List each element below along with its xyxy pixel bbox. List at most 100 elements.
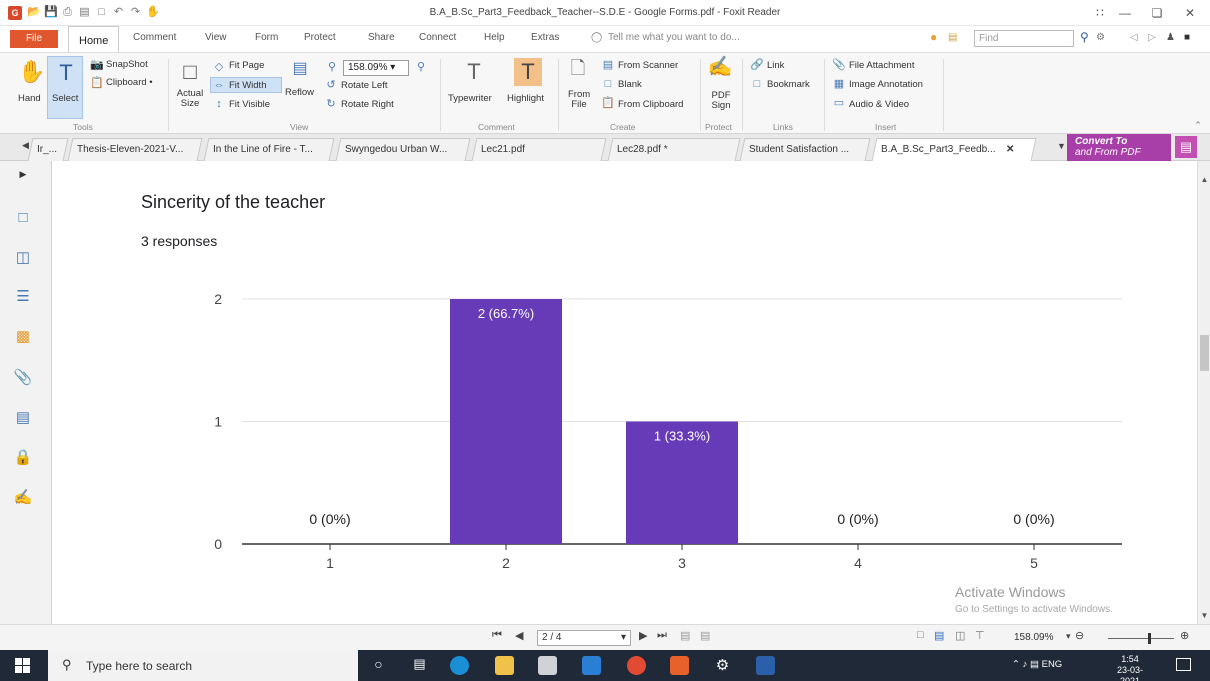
- zoom-slider[interactable]: [1108, 638, 1174, 639]
- scroll-down-icon[interactable]: ▼: [1199, 611, 1210, 620]
- ribbon-options-icon[interactable]: ∷: [1088, 4, 1112, 22]
- last-page-icon[interactable]: ⏭: [657, 629, 667, 642]
- tab-comment[interactable]: Comment: [133, 32, 176, 43]
- layers-icon[interactable]: ☰: [12, 286, 34, 308]
- restore-button[interactable]: ❏: [1145, 4, 1169, 22]
- blank-button[interactable]: Blank: [618, 79, 642, 90]
- tab-help[interactable]: Help: [484, 32, 505, 43]
- language-indicator[interactable]: ENG: [1042, 659, 1063, 670]
- rotate-right-button[interactable]: Rotate Right: [341, 99, 394, 110]
- file-menu[interactable]: File: [10, 30, 58, 48]
- tab-view[interactable]: View: [205, 32, 227, 43]
- actual-size-button[interactable]: Actual Size: [175, 89, 205, 109]
- form-fields-icon[interactable]: ▤: [12, 407, 34, 429]
- doc-tab[interactable]: Lec21.pdf: [471, 138, 607, 161]
- next-page-icon[interactable]: ▶: [639, 629, 647, 642]
- system-tray[interactable]: ⌃ ♪ ▤ ENG: [1012, 659, 1062, 670]
- skin-icon[interactable]: ●: [930, 30, 937, 44]
- clipboard-button[interactable]: Clipboard •: [106, 77, 153, 88]
- minimize-button[interactable]: —: [1113, 4, 1137, 22]
- highlight-button[interactable]: Highlight: [507, 93, 544, 104]
- doc-tab[interactable]: Lec28.pdf *: [607, 138, 741, 161]
- prev-view-icon[interactable]: ▤: [680, 629, 690, 642]
- doc-tab[interactable]: Student Satisfaction ...: [739, 138, 871, 161]
- zoom-out-circle-icon[interactable]: ⊖: [1075, 629, 1084, 642]
- tell-me-box[interactable]: Tell me what you want to do...: [608, 32, 740, 43]
- convert-pdf-icon[interactable]: ▤: [1175, 136, 1197, 158]
- word-icon[interactable]: [756, 656, 775, 675]
- snapshot-button[interactable]: SnapShot: [106, 59, 148, 70]
- close-tab-icon[interactable]: ✕: [1006, 144, 1014, 155]
- select-tool-button[interactable]: T: [47, 56, 83, 119]
- doc-tab[interactable]: Ir_...: [27, 138, 69, 161]
- fit-page-button[interactable]: Fit Page: [229, 60, 264, 71]
- next-result-icon[interactable]: ▷: [1148, 32, 1156, 43]
- bookmarks-icon[interactable]: □: [12, 207, 34, 229]
- continuous-page-icon[interactable]: ▤: [934, 629, 944, 642]
- scroll-thumb[interactable]: [1200, 335, 1209, 371]
- convert-banner[interactable]: Convert To and From PDF: [1067, 134, 1171, 161]
- file-attachment-button[interactable]: File Attachment: [849, 60, 914, 71]
- tab-form[interactable]: Form: [255, 32, 278, 43]
- from-clipboard-button[interactable]: From Clipboard: [618, 99, 683, 110]
- zoom-in-icon[interactable]: ⚲: [414, 59, 428, 75]
- find-input[interactable]: Find: [974, 30, 1074, 47]
- page-dropdown-icon[interactable]: ▾: [621, 632, 626, 643]
- search-icon[interactable]: ⚲: [1080, 30, 1089, 44]
- rotate-left-button[interactable]: Rotate Left: [341, 80, 387, 91]
- security-lock-icon[interactable]: 🔒: [12, 447, 34, 469]
- status-zoom-label[interactable]: 158.09%: [1014, 632, 1053, 643]
- account-icon[interactable]: ■: [1184, 32, 1190, 43]
- edge-icon[interactable]: [450, 656, 469, 675]
- zoom-slider-handle[interactable]: [1148, 633, 1151, 644]
- hand-tool-label[interactable]: Hand: [18, 93, 41, 104]
- chrome-icon[interactable]: [627, 656, 646, 675]
- tab-home[interactable]: Home: [68, 26, 120, 52]
- scroll-up-icon[interactable]: ▲: [1199, 175, 1210, 184]
- zoom-out-icon[interactable]: ⚲: [325, 59, 339, 75]
- clock[interactable]: 1:54 23-03-2021: [1108, 654, 1152, 681]
- doc-tab[interactable]: Thesis-Eleven-2021-V...: [67, 138, 203, 161]
- tab-extras[interactable]: Extras: [531, 32, 559, 43]
- settings-icon[interactable]: ⚙: [1096, 32, 1105, 43]
- tab-scroll-left-icon[interactable]: ◀: [22, 140, 29, 151]
- from-file-button[interactable]: From File: [568, 90, 590, 110]
- audio-video-button[interactable]: Audio & Video: [849, 99, 909, 110]
- zoom-in-circle-icon[interactable]: ⊕: [1180, 629, 1189, 642]
- attachments-icon[interactable]: 📎: [12, 367, 34, 389]
- collapse-ribbon-icon[interactable]: ⌃: [1192, 117, 1204, 133]
- file-explorer-icon[interactable]: [495, 656, 514, 675]
- typewriter-button[interactable]: Typewriter: [448, 93, 492, 104]
- split-view-icon[interactable]: ⊤: [975, 629, 985, 642]
- pages-icon[interactable]: ◫: [12, 247, 34, 269]
- zoom-select[interactable]: 158.09% ▾: [343, 60, 409, 76]
- notifications-icon[interactable]: [1176, 658, 1191, 671]
- page-number-input[interactable]: 2 / 4 ▾: [537, 630, 631, 646]
- zoom-dropdown-icon[interactable]: ▾: [1066, 631, 1071, 642]
- image-annotation-button[interactable]: Image Annotation: [849, 79, 923, 90]
- settings-gear-icon[interactable]: ⚙: [713, 656, 732, 675]
- next-view-icon[interactable]: ▤: [700, 629, 710, 642]
- single-page-icon[interactable]: □: [917, 629, 924, 641]
- mail-icon[interactable]: [582, 656, 601, 675]
- doc-tab[interactable]: Swyngedou Urban W...: [335, 138, 471, 161]
- prev-result-icon[interactable]: ◁: [1130, 32, 1138, 43]
- prev-page-icon[interactable]: ◀: [515, 629, 523, 642]
- doc-tab-active[interactable]: B.A_B.Sc_Part3_Feedb... ✕: [871, 138, 1037, 161]
- tab-list-icon[interactable]: ▼: [1057, 141, 1066, 151]
- find-options-icon[interactable]: ▤: [948, 32, 957, 43]
- link-button[interactable]: Link: [767, 60, 784, 71]
- tab-share[interactable]: Share: [368, 32, 395, 43]
- first-page-icon[interactable]: ⏮: [492, 629, 502, 642]
- tab-connect[interactable]: Connect: [419, 32, 456, 43]
- facing-page-icon[interactable]: ◫: [955, 629, 965, 642]
- fit-visible-button[interactable]: Fit Visible: [229, 99, 270, 110]
- store-icon[interactable]: [538, 656, 557, 675]
- task-view-icon[interactable]: ▤: [410, 656, 429, 675]
- doc-tab[interactable]: In the Line of Fire - T...: [203, 138, 335, 161]
- comments-icon[interactable]: ▩: [12, 326, 34, 348]
- expand-panel-icon[interactable]: ▶: [12, 163, 34, 185]
- reflow-button[interactable]: Reflow: [285, 87, 314, 98]
- from-scanner-button[interactable]: From Scanner: [618, 60, 678, 71]
- close-button[interactable]: ✕: [1178, 4, 1202, 22]
